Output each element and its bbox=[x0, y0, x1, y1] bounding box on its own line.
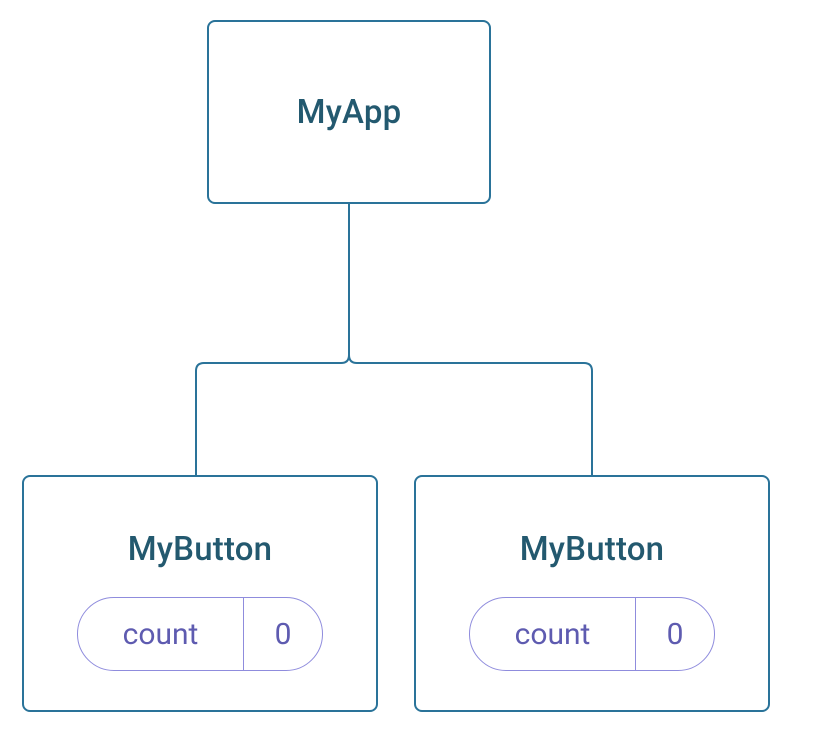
state-pill: count 0 bbox=[77, 597, 323, 671]
state-value: 0 bbox=[636, 598, 714, 670]
state-pill: count 0 bbox=[469, 597, 715, 671]
root-component-node: MyApp bbox=[207, 20, 491, 204]
root-component-title: MyApp bbox=[297, 93, 402, 132]
state-label: count bbox=[78, 598, 244, 670]
child-component-title: MyButton bbox=[128, 530, 273, 569]
state-label: count bbox=[470, 598, 636, 670]
child-component-node: MyButton count 0 bbox=[414, 475, 770, 712]
component-tree-diagram: MyApp MyButton count 0 MyButton count 0 bbox=[0, 0, 814, 734]
state-value: 0 bbox=[244, 598, 322, 670]
child-component-title: MyButton bbox=[520, 530, 665, 569]
child-component-node: MyButton count 0 bbox=[22, 475, 378, 712]
